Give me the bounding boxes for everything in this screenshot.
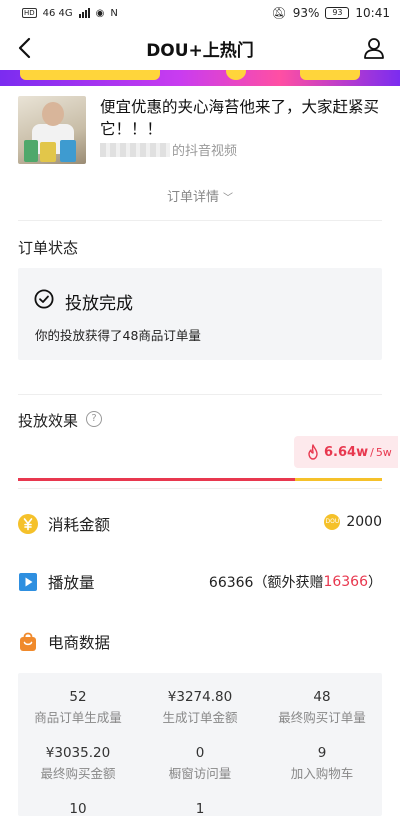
order-detail-label: 订单详情	[166, 190, 219, 205]
ecom-value: 0	[195, 745, 205, 761]
page-title: DOU+上热门	[146, 40, 254, 61]
ecommerce-title: 电商数据	[48, 634, 111, 652]
shopping-bag-icon	[20, 632, 36, 651]
spend-value-group: DOU 2000	[324, 514, 382, 530]
divider	[18, 488, 382, 489]
effect-value-badge: 6.64w / 5w	[294, 436, 398, 468]
chevron-down-icon: ﹀	[223, 193, 233, 204]
plays-bonus: 16366	[323, 574, 368, 590]
ecommerce-card: 52 商品订单生成量 ¥3274.80 生成订单金额 48 最终购买订单量 ¥3…	[18, 673, 382, 816]
plays-value: 66366（额外获赠	[208, 575, 324, 591]
effect-title: 投放效果	[18, 412, 79, 430]
network-text: 46 4G	[42, 7, 73, 19]
banner-highlight	[300, 70, 360, 80]
yen-coin-icon	[18, 514, 38, 534]
plays-value-group: 66366（额外获赠 16366）	[209, 572, 382, 592]
chevron-left-icon[interactable]	[14, 35, 38, 61]
ecom-value: 48	[313, 689, 331, 705]
check-circle-icon	[34, 289, 54, 309]
video-title: 便宜优惠的夹心海苔他来了，大家赶紧买它！！！	[100, 98, 380, 138]
ecom-label: 最终购买订单量	[278, 710, 366, 725]
ecom-cell: 0 橱窗访问量	[140, 745, 260, 782]
video-source: 的抖音视频	[100, 140, 237, 159]
ecom-cell: 52 商品订单生成量	[18, 689, 138, 726]
ecom-value: 9	[317, 745, 327, 761]
signal-icon	[78, 8, 90, 18]
plays-close: ）	[368, 575, 382, 591]
hd-icon: HD	[22, 8, 37, 18]
spend-value: 2000	[346, 514, 382, 530]
status-bar: HD 46 4G ◉ N 🔕︎ 93% 93 10:41	[0, 0, 400, 26]
eye-icon: ◉	[95, 7, 105, 19]
order-status-card: 投放完成 你的投放获得了48商品订单量	[18, 268, 382, 360]
ecom-label: 最终购买金额	[40, 766, 116, 781]
play-icon	[19, 573, 37, 591]
ecom-cell: 9 加入购物车	[262, 745, 382, 782]
video-card[interactable]: 便宜优惠的夹心海苔他来了，大家赶紧买它！！！ 的抖音视频	[18, 96, 388, 166]
mute-icon: 🔕︎	[271, 6, 287, 20]
ecom-cell: 10	[18, 801, 138, 816]
ecom-label: 商品订单生成量	[34, 710, 122, 725]
flame-icon	[308, 444, 318, 460]
effect-separator: /	[370, 445, 374, 459]
status-right: 🔕︎ 93% 93 10:41	[272, 6, 391, 20]
divider	[18, 220, 382, 221]
divider	[18, 394, 382, 395]
video-source-suffix: 的抖音视频	[172, 144, 238, 159]
ecom-cell: 48 最终购买订单量	[262, 689, 382, 726]
app-header: DOU+上热门	[0, 26, 400, 70]
ecom-cell: 1	[140, 801, 260, 816]
spend-label: 消耗金额	[48, 516, 111, 534]
person-icon[interactable]	[362, 36, 386, 60]
ecom-value: 52	[69, 689, 87, 705]
plays-row: 播放量 66366（额外获赠 16366）	[18, 570, 382, 594]
order-status-title: 订单状态	[18, 239, 79, 257]
clock: 10:41	[355, 6, 390, 20]
order-status-text: 投放完成	[65, 294, 133, 314]
plays-label: 播放量	[48, 574, 95, 592]
effect-progress-fill	[18, 478, 295, 481]
ecom-value: ¥3035.20	[45, 745, 111, 761]
order-detail-toggle[interactable]: 订单详情 ﹀	[0, 186, 400, 205]
promo-banner[interactable]	[0, 70, 400, 86]
status-left: HD 46 4G ◉ N	[22, 8, 118, 19]
ecom-cell: ¥3274.80 生成订单金额	[140, 689, 260, 726]
banner-coin	[226, 70, 246, 80]
dou-coin-icon: DOU	[324, 514, 341, 530]
effect-current-value: 6.64w	[324, 444, 369, 460]
ecom-value: ¥3274.80	[167, 689, 233, 705]
help-icon[interactable]: ?	[86, 411, 102, 427]
battery-icon: 93	[325, 7, 350, 19]
order-status-description: 你的投放获得了48商品订单量	[35, 328, 201, 343]
ecom-label: 加入购物车	[290, 766, 354, 781]
video-thumbnail[interactable]	[18, 96, 86, 164]
ecom-cell: ¥3035.20 最终购买金额	[18, 745, 138, 782]
ecom-label: 橱窗访问量	[168, 766, 232, 781]
ecom-value: 1	[195, 801, 205, 816]
nfc-icon: N	[110, 7, 118, 19]
battery-percent: 93%	[292, 6, 320, 20]
spend-row: 消耗金额 DOU 2000	[18, 512, 382, 536]
banner-highlight	[20, 70, 160, 80]
effect-progress-bar	[18, 478, 382, 481]
ecom-value: 10	[69, 801, 87, 816]
ecommerce-header: 电商数据	[18, 630, 382, 654]
ecom-label: 生成订单金额	[162, 710, 238, 725]
blurred-username	[100, 142, 170, 157]
effect-target-value: 5w	[375, 445, 392, 459]
